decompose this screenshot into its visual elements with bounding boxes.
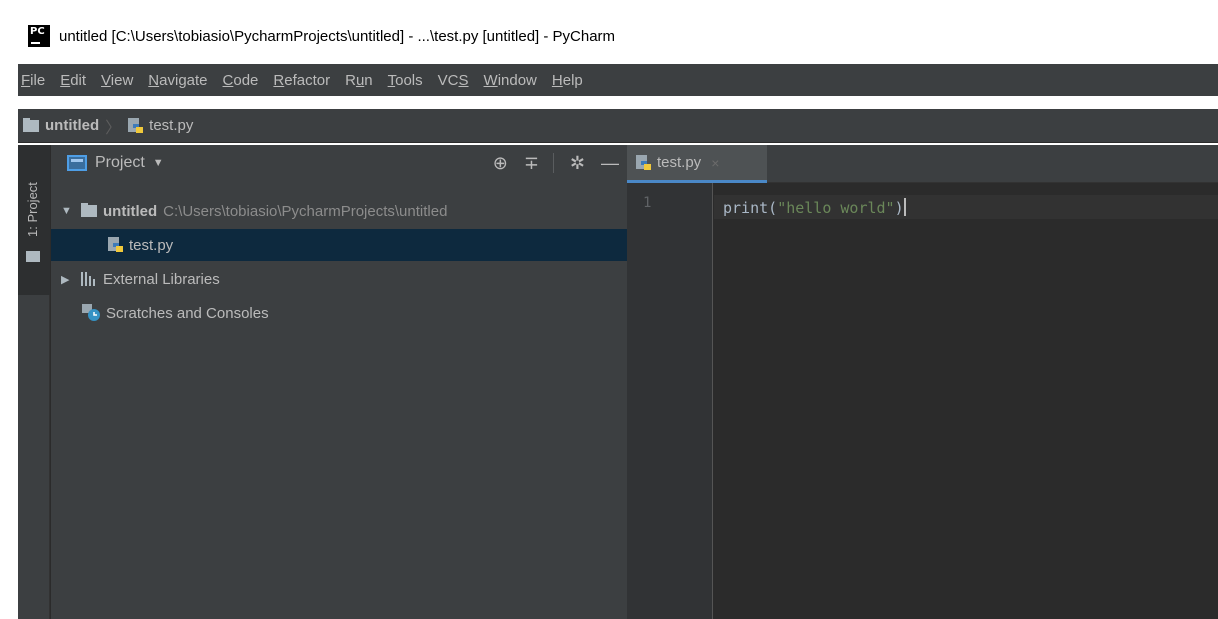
window-title: untitled [C:\Users\tobiasio\PycharmProje…	[59, 27, 616, 45]
project-view-icon	[67, 155, 87, 171]
tree-external-libraries: External Libraries	[103, 270, 220, 288]
pycharm-app-icon: PC	[28, 25, 50, 47]
breadcrumb: untitled 〉 test.py	[18, 109, 1218, 143]
project-panel-header: Project ▼ ⊕ ∓ ✲ —	[51, 145, 627, 181]
code-close-paren: )	[894, 199, 904, 217]
text-caret	[903, 198, 906, 216]
tree-file-name: test.py	[129, 236, 174, 254]
line-number: 1	[643, 195, 652, 211]
menu-window[interactable]: Window	[484, 72, 537, 89]
menu-bar: File Edit View Navigate Code Refactor Ru…	[18, 64, 1218, 96]
tree-row-root[interactable]: ▼ untitled C:\Users\tobiasio\PycharmProj…	[51, 195, 627, 227]
gear-icon[interactable]: ✲	[570, 154, 585, 172]
code-function: print(	[723, 199, 778, 217]
close-icon[interactable]: ×	[711, 155, 719, 171]
tree-row-external-libraries[interactable]: ▶ External Libraries	[51, 263, 627, 295]
hide-panel-icon[interactable]: —	[601, 154, 619, 172]
line-number-gutter: 1	[627, 183, 713, 619]
python-file-icon	[127, 117, 145, 135]
menu-code[interactable]: Code	[223, 72, 259, 89]
menu-refactor[interactable]: Refactor	[273, 72, 330, 89]
menu-vcs[interactable]: VCS	[438, 72, 469, 89]
folder-icon	[26, 251, 40, 262]
app-icon-text: PC	[30, 26, 45, 37]
menu-navigate[interactable]: Navigate	[148, 72, 207, 89]
tree-root-name: untitled	[103, 202, 158, 220]
folder-icon	[81, 203, 97, 217]
menu-file[interactable]: File	[21, 72, 45, 89]
python-file-icon	[107, 236, 125, 254]
tree-row-file[interactable]: test.py	[51, 229, 627, 261]
project-stripe-button[interactable]: 1: Project	[18, 145, 50, 295]
breadcrumb-project[interactable]: untitled	[45, 117, 99, 134]
menu-help[interactable]: Help	[552, 72, 583, 89]
tree-root-path: C:\Users\tobiasio\PycharmProjects\untitl…	[163, 202, 448, 220]
toolbar-divider	[552, 153, 554, 173]
editor-tab-test-py[interactable]: test.py ×	[627, 145, 767, 183]
locate-icon[interactable]: ⊕	[493, 154, 508, 172]
chevron-down-icon[interactable]: ▼	[153, 157, 164, 169]
menu-tools[interactable]: Tools	[388, 72, 423, 89]
cropped-top-strip	[0, 0, 1218, 20]
code-string: "hello world"	[777, 199, 895, 217]
tree-scratches: Scratches and Consoles	[106, 304, 269, 322]
expand-triangle-icon[interactable]: ▼	[61, 205, 75, 217]
code-line[interactable]: print("hello world")	[723, 198, 906, 217]
collapse-all-icon[interactable]: ∓	[524, 154, 539, 172]
menu-view[interactable]: View	[101, 72, 133, 89]
breadcrumb-file[interactable]: test.py	[149, 117, 193, 134]
project-tool-window: Project ▼ ⊕ ∓ ✲ — ▼ untitled C:\Users\to…	[51, 145, 627, 619]
editor-tab-label: test.py	[657, 154, 702, 171]
tree-row-scratches[interactable]: Scratches and Consoles	[51, 297, 627, 329]
collapsed-triangle-icon[interactable]: ▶	[61, 273, 75, 286]
editor-tab-bar: test.py ×	[627, 145, 1218, 183]
panel-toolbar: ⊕ ∓ ✲ —	[477, 145, 619, 181]
menu-run[interactable]: Run	[345, 72, 373, 89]
left-tool-stripe: 1: Project	[18, 145, 50, 619]
breadcrumb-separator: 〉	[105, 119, 122, 137]
library-icon	[81, 272, 99, 286]
menu-edit[interactable]: Edit	[60, 72, 86, 89]
project-view-selector[interactable]: Project	[95, 154, 145, 172]
editor-area: test.py × 1 print("hello world")	[627, 145, 1218, 619]
python-file-icon	[635, 154, 653, 172]
stripe-project-label: 1: Project	[25, 182, 40, 237]
window-title-bar: PC untitled [C:\Users\tobiasio\PycharmPr…	[18, 20, 1218, 52]
ide-body: 1: Project Project ▼ ⊕ ∓ ✲ — ▼ untitled …	[18, 145, 1218, 619]
folder-icon	[23, 117, 39, 132]
scratches-icon	[82, 304, 102, 322]
